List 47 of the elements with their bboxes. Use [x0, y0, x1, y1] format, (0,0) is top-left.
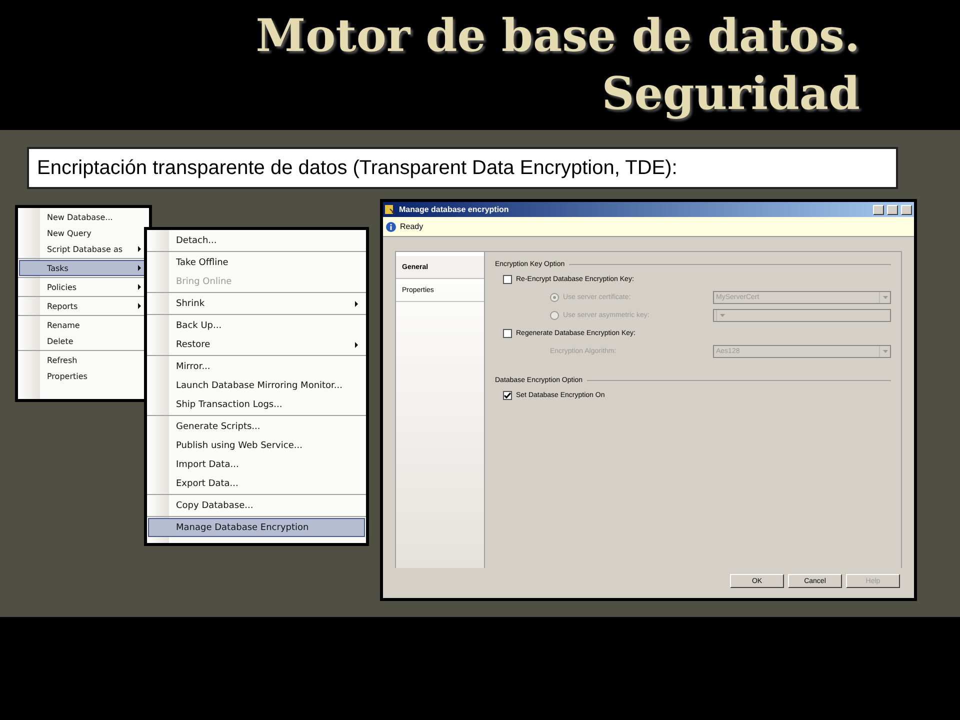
menu-item[interactable]: Back Up...: [148, 316, 365, 335]
slide-subtitle: Encriptación transparente de datos (Transparent Data Encryption, TDE):: [27, 147, 898, 189]
slide-title: Seguridad: [602, 66, 860, 122]
status-text: Ready: [400, 222, 424, 231]
checkbox[interactable]: [503, 328, 512, 338]
menu-item[interactable]: Import Data...: [148, 455, 365, 474]
window-title: Manage database encryption: [399, 205, 510, 214]
menu-item[interactable]: Manage Database Encryption: [148, 518, 365, 537]
menu-item[interactable]: Publish using Web Service...: [148, 436, 365, 455]
menu-item[interactable]: Copy Database...: [148, 496, 365, 515]
info-icon: [386, 222, 396, 232]
checkbox[interactable]: [503, 390, 512, 400]
dropdown-field[interactable]: [713, 308, 891, 322]
maximize-button[interactable]: [887, 204, 898, 214]
submenu-arrow-icon: [355, 300, 358, 306]
menu-item[interactable]: Launch Database Mirroring Monitor...: [148, 376, 365, 395]
menu-item[interactable]: Restore: [148, 335, 365, 354]
check-icon: [504, 392, 511, 398]
menu-item[interactable]: Refresh: [19, 352, 148, 368]
dropdown-arrow-icon: [882, 350, 888, 352]
submenu-arrow-icon: [138, 284, 141, 290]
menu-item[interactable]: Ship Transaction Logs...: [148, 395, 365, 414]
checkbox[interactable]: [503, 274, 512, 284]
key-folder-icon: [385, 204, 396, 215]
menu-item[interactable]: Export Data...: [148, 474, 365, 493]
slide-title: Motor de base de datos.: [256, 8, 860, 64]
submenu-arrow-icon: [138, 265, 141, 271]
close-button[interactable]: [901, 204, 912, 214]
menu-item[interactable]: New Query: [19, 225, 148, 241]
menu-item[interactable]: Take Offline: [148, 253, 365, 272]
menu-item[interactable]: Script Database as: [19, 241, 148, 257]
submenu-arrow-icon: [138, 246, 141, 252]
menu-item[interactable]: New Database...: [19, 209, 148, 225]
dropdown-arrow-icon: [720, 314, 724, 316]
submenu-arrow-icon: [138, 303, 141, 309]
menu-item[interactable]: Properties: [19, 368, 148, 384]
menu-item[interactable]: Generate Scripts...: [148, 417, 365, 436]
menu-item[interactable]: Mirror...: [148, 357, 365, 376]
menu-item[interactable]: Delete: [19, 333, 148, 349]
dropdown-arrow-icon: [882, 296, 888, 298]
menu-item[interactable]: Shrink: [148, 294, 365, 313]
submenu-arrow-icon: [355, 342, 358, 348]
menu-item[interactable]: Rename: [19, 317, 148, 333]
minimize-button[interactable]: [873, 204, 884, 214]
menu-item[interactable]: Reports: [19, 298, 148, 314]
menu-item[interactable]: Detach...: [148, 231, 365, 250]
menu-item[interactable]: Policies: [19, 279, 148, 295]
